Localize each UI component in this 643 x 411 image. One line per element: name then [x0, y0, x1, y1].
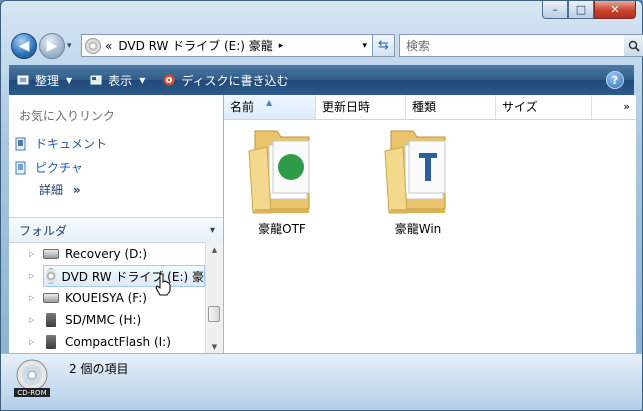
- folders-label: フォルダ: [19, 223, 68, 238]
- scroll-up-button[interactable]: ▲: [206, 242, 223, 258]
- burn-disc-icon: [163, 74, 175, 86]
- address-chevron-icon[interactable]: ▸: [279, 41, 284, 51]
- folder-tree-scrollbar[interactable]: ▲ ▼: [205, 242, 223, 355]
- chevron-down-icon: ▼: [66, 75, 73, 85]
- favorite-label-pictures: ピクチャ: [35, 161, 83, 175]
- column-type[interactable]: 種類: [406, 95, 496, 119]
- caption-buttons: – □ ✕: [542, 1, 636, 19]
- expand-icon[interactable]: ▷: [29, 250, 37, 258]
- more-label: 詳細: [39, 183, 64, 197]
- scroll-thumb[interactable]: [208, 306, 220, 322]
- folder-icon: [248, 130, 310, 214]
- favorites-header: お気に入りリンク: [19, 109, 116, 123]
- more-columns-button[interactable]: »: [623, 95, 630, 119]
- expand-icon[interactable]: ▷: [29, 272, 37, 280]
- forward-arrow-icon: ▶: [46, 38, 58, 54]
- column-name-label: 名前: [230, 100, 255, 114]
- minimize-button[interactable]: –: [542, 1, 568, 19]
- sort-ascending-icon: ▲: [266, 98, 273, 107]
- column-headers: ▲ 名前 更新日時 種類 サイズ »: [224, 95, 636, 120]
- explorer-window: – □ ✕ ◀ ▶ ▾ « DVD RW ドライブ (E:) 豪龍 ▸ ▾ ⇆ …: [0, 0, 643, 411]
- tree-label: SD/MMC (H:): [65, 313, 142, 327]
- close-button[interactable]: ✕: [594, 1, 636, 19]
- expand-icon[interactable]: ▷: [29, 294, 37, 302]
- search-icon[interactable]: [624, 35, 643, 56]
- refresh-button[interactable]: ⇆: [373, 34, 395, 57]
- address-dropdown-icon[interactable]: ▾: [362, 41, 367, 51]
- views-icon: [90, 75, 102, 85]
- favorite-label-documents: ドキュメント: [35, 137, 108, 151]
- more-links-button[interactable]: 詳細 »: [39, 181, 81, 198]
- cd-rom-icon: CD-ROM: [14, 359, 50, 397]
- address-prefix[interactable]: «: [105, 39, 112, 53]
- column-name[interactable]: ▲ 名前: [224, 95, 316, 119]
- address-bar[interactable]: « DVD RW ドライブ (E:) 豪龍 ▸ ▾: [81, 34, 373, 57]
- file-name: 豪龍OTF: [258, 222, 306, 236]
- organize-label: 整理: [35, 73, 60, 88]
- favorite-link-pictures[interactable]: ピクチャ: [15, 159, 83, 176]
- views-label: 表示: [108, 73, 133, 88]
- hard-drive-icon: [43, 249, 59, 259]
- folder-icon: [384, 130, 446, 214]
- hand-cursor-icon: [155, 273, 171, 296]
- column-size[interactable]: サイズ: [496, 95, 592, 119]
- documents-icon: [15, 137, 26, 150]
- double-chevron-icon: »: [72, 183, 81, 197]
- maximize-button[interactable]: □: [568, 1, 594, 19]
- command-toolbar: 整理 ▼ 表示 ▼ ディスクに書き込む ?: [9, 65, 634, 95]
- dvd-drive-icon: [46, 268, 56, 284]
- forward-button[interactable]: ▶: [39, 33, 65, 59]
- address-path[interactable]: DVD RW ドライブ (E:) 豪龍: [118, 37, 272, 54]
- favorite-link-documents[interactable]: ドキュメント: [15, 135, 107, 152]
- chevron-down-icon: ▼: [139, 75, 146, 85]
- tree-item-koueisya[interactable]: ▷ KOUEISYA (F:): [9, 287, 205, 309]
- tree-item-recovery[interactable]: ▷ Recovery (D:): [9, 243, 205, 265]
- back-button[interactable]: ◀: [11, 33, 37, 59]
- tree-item-sd-mmc[interactable]: ▷ SD/MMC (H:): [9, 309, 205, 331]
- file-item[interactable]: 豪龍Win: [370, 123, 466, 237]
- file-name: 豪龍Win: [394, 222, 442, 236]
- navigation-bar: ◀ ▶ ▾ « DVD RW ドライブ (E:) 豪龍 ▸ ▾ ⇆ 検索: [9, 31, 643, 61]
- details-pane: CD-ROM 2 個の項目: [1, 353, 642, 410]
- dvd-drive-icon: [85, 37, 101, 54]
- organize-icon: [17, 75, 29, 85]
- search-input[interactable]: 検索: [400, 37, 624, 54]
- hard-drive-icon: [43, 293, 59, 303]
- tree-label: DVD RW ドライブ (E:) 豪: [61, 269, 204, 284]
- back-arrow-icon: ◀: [18, 38, 30, 54]
- memory-card-icon: [46, 335, 56, 349]
- tree-label: Recovery (D:): [65, 247, 148, 261]
- cd-rom-label: CD-ROM: [17, 389, 46, 397]
- organize-button[interactable]: 整理 ▼: [9, 65, 82, 95]
- pictures-icon: [15, 161, 26, 174]
- chevron-down-icon: ▾: [209, 224, 215, 236]
- recent-pages-button[interactable]: ▾: [67, 41, 72, 51]
- search-box[interactable]: 検索: [399, 34, 643, 57]
- item-count: 2 個の項目: [69, 362, 129, 376]
- expand-icon[interactable]: ▷: [29, 338, 37, 346]
- file-item[interactable]: 豪龍OTF: [234, 123, 330, 237]
- navigation-pane: お気に入りリンク ドキュメント ピクチャ 詳細 » フォルダ ▾ ▷ Recov…: [9, 95, 224, 355]
- tree-label: CompactFlash (I:): [65, 335, 171, 349]
- refresh-icon: ⇆: [378, 38, 389, 53]
- tree-item-dvd-drive[interactable]: ▷ DVD RW ドライブ (E:) 豪: [9, 265, 205, 287]
- folders-toggle[interactable]: フォルダ ▾: [9, 217, 223, 243]
- column-modified[interactable]: 更新日時: [316, 95, 406, 119]
- expand-icon[interactable]: ▷: [29, 316, 37, 324]
- tree-item-compactflash[interactable]: ▷ CompactFlash (I:): [9, 331, 205, 353]
- tree-label: KOUEISYA (F:): [65, 291, 147, 305]
- burn-to-disc-button[interactable]: ディスクに書き込む: [155, 65, 298, 95]
- memory-card-icon: [46, 313, 56, 327]
- file-list-pane: ▲ 名前 更新日時 種類 サイズ » 豪龍OTF 豪龍Win: [224, 95, 636, 355]
- views-button[interactable]: 表示 ▼: [82, 65, 155, 95]
- burn-label: ディスクに書き込む: [181, 73, 289, 88]
- help-button[interactable]: ?: [606, 71, 624, 89]
